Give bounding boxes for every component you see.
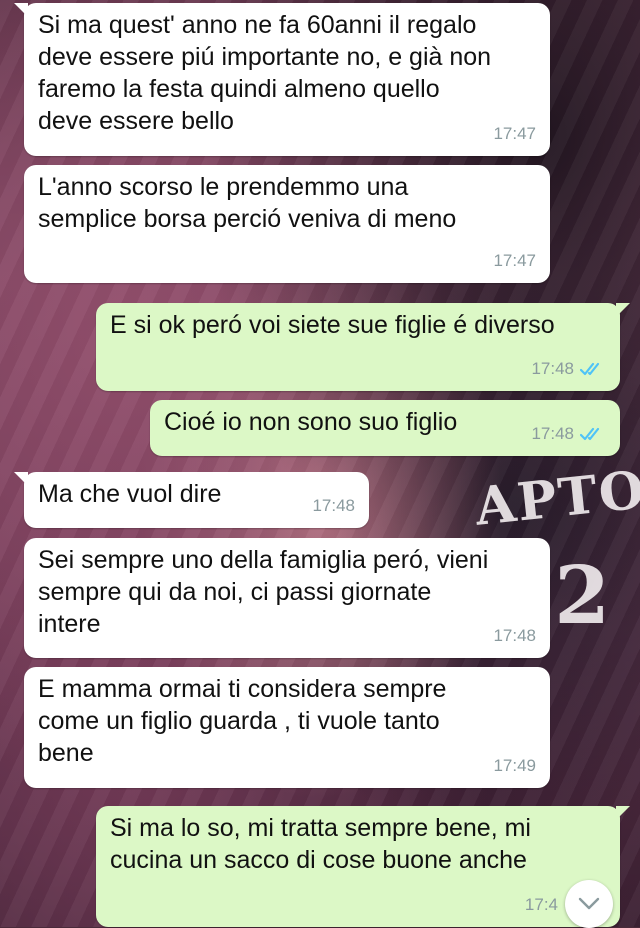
- message-list[interactable]: Si ma quest' anno ne fa 60anni il regalo…: [0, 0, 640, 928]
- message-time: 17:47: [493, 124, 536, 143]
- message-bubble-outgoing[interactable]: E si ok peró voi siete sue figlie é dive…: [96, 303, 630, 391]
- scroll-to-bottom-button[interactable]: [565, 880, 613, 928]
- message-text: Si ma lo so, mi tratta sempre bene, mi c…: [110, 814, 531, 874]
- message-bubble-incoming[interactable]: Ma che vuol dire 17:48: [14, 472, 369, 528]
- message-text: Ma che vuol dire: [38, 480, 222, 508]
- message-time: 17:47: [493, 251, 536, 270]
- message-bubble-outgoing[interactable]: Si ma lo so, mi tratta sempre bene, mi c…: [96, 806, 630, 927]
- message-meta: 17:48: [531, 418, 606, 450]
- message-bubble-outgoing[interactable]: Cioé io non sono suo figlio 17:48: [150, 400, 620, 456]
- message-bubble-incoming[interactable]: L'anno scorso le prendemmo una semplice …: [24, 165, 550, 283]
- message-meta: 17:48: [312, 490, 355, 522]
- message-text: Si ma quest' anno ne fa 60anni il regalo…: [38, 11, 492, 135]
- message-meta: 17:48: [493, 620, 536, 652]
- message-text: L'anno scorso le prendemmo una semplice …: [38, 173, 457, 233]
- message-text: Sei sempre uno della famiglia peró, vien…: [38, 546, 489, 638]
- message-meta: 17:47: [493, 245, 536, 277]
- message-text: E si ok peró voi siete sue figlie é dive…: [110, 311, 555, 339]
- message-meta: 17:4: [525, 889, 558, 921]
- message-time: 17:48: [312, 496, 355, 515]
- message-time: 17:4: [524, 895, 558, 914]
- message-text: E mamma ormai ti considera sempre come u…: [38, 675, 447, 767]
- message-time: 17:48: [493, 626, 536, 645]
- double-check-icon: [580, 427, 600, 441]
- message-meta: 17:48: [531, 353, 606, 385]
- double-check-icon: [580, 362, 600, 376]
- message-bubble-incoming[interactable]: Si ma quest' anno ne fa 60anni il regalo…: [14, 3, 550, 156]
- message-time: 17:49: [493, 756, 536, 775]
- message-time: 17:48: [531, 424, 574, 443]
- message-bubble-incoming[interactable]: Sei sempre uno della famiglia peró, vien…: [24, 538, 550, 658]
- message-meta: 17:49: [493, 750, 536, 782]
- chevron-down-icon: [578, 897, 600, 910]
- message-time: 17:48: [531, 359, 574, 378]
- message-bubble-incoming[interactable]: E mamma ormai ti considera sempre come u…: [24, 667, 550, 788]
- message-meta: 17:47: [493, 118, 536, 150]
